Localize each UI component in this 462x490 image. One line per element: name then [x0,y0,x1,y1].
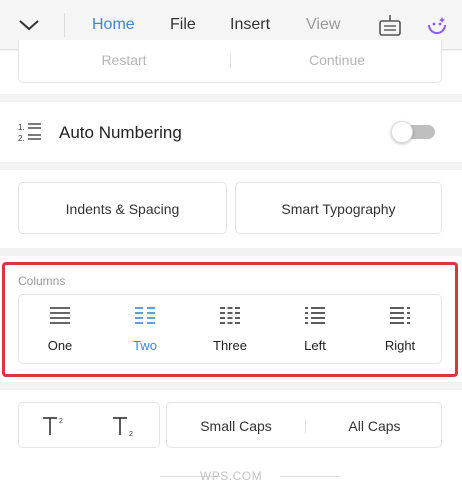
keyboard-icon[interactable] [377,13,403,39]
small-caps-button[interactable]: Small Caps [167,418,305,434]
column-option-label: Left [304,338,326,353]
tab-home[interactable]: Home [92,16,135,34]
indents-spacing-label: Indents & Spacing [65,201,180,217]
one-column-icon [50,307,70,324]
superscript-icon[interactable]: 2 [41,415,67,437]
left-column-icon [305,307,325,324]
column-option-right[interactable]: Right [360,298,440,360]
toolbar-divider [64,13,65,37]
indents-spacing-button[interactable]: Indents & Spacing [18,182,227,234]
column-option-three[interactable]: Three [190,298,270,360]
svg-text:2: 2 [59,418,63,425]
columns-section-title: Columns [18,274,66,288]
auto-numbering-label: Auto Numbering [59,123,182,142]
smart-typography-button[interactable]: Smart Typography [235,182,442,234]
column-option-label: Right [384,338,416,353]
column-option-label: Three [213,338,247,353]
column-option-label: One [47,338,73,353]
footer-line-right [280,476,340,477]
svg-text:2: 2 [129,431,133,437]
tab-insert[interactable]: Insert [230,16,270,34]
smart-typography-label: Smart Typography [281,201,396,217]
two-columns-icon [135,307,155,324]
right-column-icon [390,307,410,324]
column-option-two[interactable]: Two [105,298,185,360]
auto-numbering-toggle[interactable] [391,121,435,143]
column-option-one[interactable]: One [20,298,100,360]
restart-continue-group: Restart Continue [18,40,442,83]
svg-text:2.: 2. [18,134,25,143]
continue-button[interactable]: Continue [231,52,443,68]
assistant-icon[interactable] [424,13,450,39]
subscript-icon[interactable]: 2 [111,415,137,437]
column-option-label: Two [133,338,157,353]
restart-button[interactable]: Restart [19,52,229,68]
tab-view[interactable]: View [306,16,340,34]
all-caps-button[interactable]: All Caps [306,418,443,434]
script-buttons-group: 2 2 [18,402,160,448]
three-columns-icon [220,307,240,324]
caps-buttons-group: Small Caps All Caps [166,402,442,448]
numbered-list-icon: 1. 2. [18,123,41,143]
chevron-down-icon[interactable] [16,15,42,35]
footer-brand: WPS.COM [199,469,263,483]
svg-text:1.: 1. [18,123,25,132]
tab-file[interactable]: File [170,16,196,34]
column-option-left[interactable]: Left [275,298,355,360]
toggle-knob [391,121,413,143]
